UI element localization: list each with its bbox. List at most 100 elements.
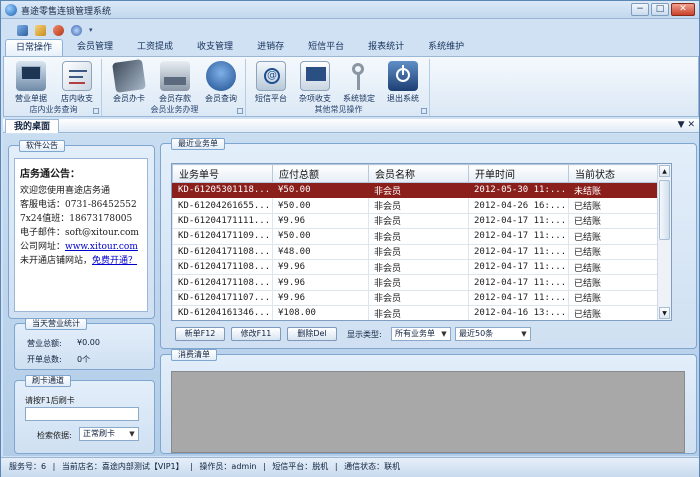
window-controls: − □ ✕ (631, 3, 695, 16)
scroll-up-icon[interactable]: ▲ (659, 165, 670, 177)
ribbon-group-store: 营业单据 店内收支 店内业务查询 (6, 59, 102, 116)
scroll-down-icon[interactable]: ▼ (659, 307, 670, 319)
status-sms: 短信平台：脱机 (272, 462, 329, 471)
ribbon-group-other: @ 短信平台 杂项收支 系统锁定 退出系统 其他常见操作 (248, 59, 430, 116)
ribbon: 营业单据 店内收支 店内业务查询 会员办卡 会员存款 会员查询 会员业务办理 @… (3, 56, 699, 117)
status-bar: 服务号：6 | 当前店名：喜途内部测试【VIP1】 | 操作员：admin | … (1, 457, 699, 477)
recent-orders-panel: 最近业务单 业务单号 应付总额 会员名称 开单时间 当前状态 KD-612053… (160, 138, 697, 349)
search-basis-label: 检索依据: (37, 431, 72, 440)
edit-order-button[interactable]: 修改F11 (231, 327, 281, 341)
key-icon (344, 61, 374, 91)
member-card-button[interactable]: 会员办卡 (106, 59, 152, 104)
email-icon: @ (256, 61, 286, 91)
panel-label: 刷卡通道 (25, 375, 71, 387)
table-row[interactable]: KD-61205301118... ¥50.00 非会员 2012-05-30 … (172, 181, 659, 199)
search-basis-select[interactable]: 正常刷卡 ▼ (79, 427, 139, 441)
scroll-thumb[interactable] (659, 180, 670, 240)
new-order-button[interactable]: 新单F12 (175, 327, 225, 341)
table-row[interactable]: KD-61204171108... ¥9.96 非会员 2012-04-17 1… (172, 274, 659, 291)
group-expand-icon[interactable] (421, 108, 427, 114)
table-row[interactable]: KD-61204171107... ¥9.96 非会员 2012-04-17 1… (172, 289, 659, 307)
tab-my-desktop[interactable]: 我的桌面 (5, 119, 60, 133)
ledger-icon (300, 61, 330, 91)
col-member[interactable]: 会员名称 (368, 164, 469, 183)
grid-header: 业务单号 应付总额 会员名称 开单时间 当前状态 (172, 164, 659, 183)
filter-range-select[interactable]: 最近50条 ▼ (455, 327, 531, 341)
notice-line: 欢迎您使用喜途店务通 (20, 186, 111, 196)
quick-customize-icon[interactable]: ▾ (89, 26, 93, 34)
quick-record-icon[interactable] (53, 24, 64, 36)
table-row[interactable]: KD-61204171108... ¥48.00 非会员 2012-04-17 … (172, 243, 659, 260)
tab-controls[interactable]: ▼ ✕ (678, 120, 695, 130)
notice-content: 店务通公告： 欢迎您使用喜途店务通 客服电话：0731-86452552 7x2… (14, 158, 148, 312)
status-connection: 通信状态：联机 (344, 462, 401, 471)
notice-line: 客服电话：0731-86452552 (20, 200, 137, 210)
member-deposit-button[interactable]: 会员存款 (152, 61, 198, 104)
notice-panel: 软件公告 店务通公告： 欢迎您使用喜途店务通 客服电话：0731-8645255… (8, 140, 155, 319)
app-window: 喜途零售连锁管理系统 − □ ✕ ▾ 日常操作 会员管理 工资提成 收支管理 进… (0, 0, 700, 477)
tab-daily-ops[interactable]: 日常操作 (5, 39, 64, 56)
table-row[interactable]: KD-61204171109... ¥50.00 非会员 2012-04-17 … (172, 228, 659, 245)
status-separator: | (334, 462, 338, 471)
card-input[interactable] (25, 407, 139, 421)
table-row[interactable]: KD-61204171111... ¥9.96 非会员 2012-04-17 1… (172, 212, 659, 230)
delete-order-button[interactable]: 删除Del (287, 327, 337, 341)
panel-label: 消费清单 (171, 349, 217, 361)
tab-members[interactable]: 会员管理 (67, 39, 123, 56)
col-open-time[interactable]: 开单时间 (468, 164, 569, 183)
grid-scrollbar[interactable]: ▲ ▼ (657, 164, 671, 320)
app-logo-icon (5, 4, 17, 16)
tab-system[interactable]: 系统维护 (418, 39, 474, 56)
exit-system-button[interactable]: 退出系统 (380, 61, 426, 104)
member-search-button[interactable]: 会员查询 (198, 61, 244, 104)
orders-row: 开单总数: 0个 (27, 355, 91, 364)
sales-docs-button[interactable]: 营业单据 (8, 61, 54, 104)
notice-title: 店务通公告： (20, 169, 80, 180)
col-status[interactable]: 当前状态 (568, 164, 659, 183)
orders-grid: 业务单号 应付总额 会员名称 开单时间 当前状态 KD-61205301118.… (171, 163, 672, 321)
close-button[interactable]: ✕ (671, 3, 695, 16)
status-service-no: 服务号：6 (9, 462, 47, 471)
store-finance-button[interactable]: 店内收支 (54, 61, 100, 104)
status-store-name: 当前店名：喜途内部测试【VIP1】 (61, 462, 184, 471)
minimize-button[interactable]: − (631, 3, 649, 16)
free-open-link[interactable]: 免费开通？ (92, 256, 137, 266)
notice-line: 7x24值班：18673178005 (20, 214, 133, 224)
maximize-button[interactable]: □ (651, 3, 669, 16)
chevron-down-icon: ▼ (521, 330, 527, 338)
card-icon (112, 59, 146, 93)
tab-payroll[interactable]: 工资提成 (127, 39, 183, 56)
quick-folder-icon[interactable] (35, 24, 46, 36)
quick-edit-icon[interactable] (17, 24, 28, 36)
revenue-row: 营业总额: ¥0.00 (27, 338, 100, 348)
misc-finance-button[interactable]: 杂项收支 (292, 61, 338, 104)
tab-sms[interactable]: 短信平台 (298, 39, 354, 56)
sms-platform-button[interactable]: @ 短信平台 (248, 61, 294, 104)
card-channel-panel: 刷卡通道 请按F1后刷卡 检索依据: 正常刷卡 ▼ (14, 375, 155, 454)
table-row[interactable]: KD-61204171108... ¥9.96 非会员 2012-04-17 1… (172, 258, 659, 276)
quick-info-icon[interactable] (71, 24, 82, 36)
chevron-down-icon: ▼ (129, 430, 135, 438)
member-search-icon (206, 61, 236, 91)
status-separator: | (190, 462, 193, 471)
table-row[interactable]: KD-61204161346... ¥108.00 非会员 2012-04-16… (172, 305, 659, 320)
group-expand-icon[interactable] (93, 108, 99, 114)
exit-icon (388, 61, 418, 91)
consume-list-panel: 消费清单 (160, 349, 697, 454)
consume-list-area[interactable] (171, 371, 685, 453)
filter-type-select[interactable]: 所有业务单 ▼ (391, 327, 451, 341)
system-lock-button[interactable]: 系统锁定 (336, 61, 382, 104)
website-link[interactable]: www.xitour.com (65, 242, 138, 252)
tab-inventory[interactable]: 进销存 (247, 39, 294, 56)
table-row[interactable]: KD-61204261655... ¥50.00 非会员 2012-04-26 … (172, 197, 659, 214)
col-amount[interactable]: 应付总额 (272, 164, 369, 183)
desktop-content: 软件公告 店务通公告： 欢迎您使用喜途店务通 客服电话：0731-8645255… (3, 134, 699, 456)
tab-finance[interactable]: 收支管理 (187, 39, 243, 56)
group-expand-icon[interactable] (237, 108, 243, 114)
ribbon-group-label: 会员业务办理 (150, 105, 199, 114)
chevron-down-icon: ▼ (441, 330, 447, 338)
col-order-no[interactable]: 业务单号 (172, 164, 273, 183)
notice-line: 电子邮件：soft@xitour.com (20, 228, 139, 238)
notice-open-line: 未开通店铺网站，免费开通？ (20, 256, 138, 266)
tab-reports[interactable]: 报表统计 (358, 39, 414, 56)
